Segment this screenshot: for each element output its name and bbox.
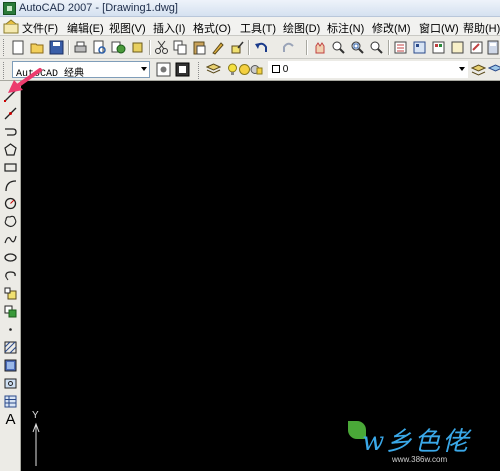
- insert-block-icon[interactable]: [2, 285, 19, 302]
- ellipse-icon[interactable]: [2, 249, 19, 266]
- quickcalc-icon[interactable]: [485, 39, 500, 56]
- toolbar-separator: [149, 40, 150, 55]
- region-icon[interactable]: [2, 375, 19, 392]
- watermark: w乡色佬 www.386w.com: [340, 415, 500, 471]
- toolbar-grip[interactable]: [3, 39, 6, 56]
- toolbar-separator: [388, 40, 389, 55]
- tool-palettes-icon[interactable]: [430, 39, 447, 56]
- title-bar: AutoCAD 2007 - [Drawing1.dwg]: [0, 0, 500, 17]
- menu-file[interactable]: 文件(F): [22, 20, 58, 36]
- ucs-icon: Y: [29, 410, 45, 466]
- make-block-icon[interactable]: [2, 303, 19, 320]
- layer-select[interactable]: 0: [268, 61, 468, 78]
- design-center-icon[interactable]: [411, 39, 428, 56]
- layer-previous-icon[interactable]: [487, 61, 500, 78]
- draw-toolbar: A: [0, 81, 21, 471]
- menu-tools[interactable]: 工具(T): [240, 20, 276, 36]
- watermark-url: www.386w.com: [392, 455, 448, 464]
- standard-toolbar: [0, 36, 500, 59]
- publish-icon[interactable]: [110, 39, 127, 56]
- block-editor-icon[interactable]: [229, 39, 246, 56]
- chevron-down-icon: [459, 67, 465, 71]
- ellipse-arc-icon[interactable]: [2, 267, 19, 284]
- toolbar-separator: [306, 40, 307, 55]
- point-icon[interactable]: [2, 321, 19, 338]
- print-icon[interactable]: [72, 39, 89, 56]
- hatch-icon[interactable]: [2, 339, 19, 356]
- undo-icon[interactable]: [253, 39, 270, 56]
- my-workspace-icon[interactable]: [174, 61, 191, 78]
- open-icon[interactable]: [29, 39, 46, 56]
- zoom-previous-icon[interactable]: [368, 39, 385, 56]
- paste-icon[interactable]: [191, 39, 208, 56]
- menu-window[interactable]: 窗口(W): [419, 20, 459, 36]
- redo-icon[interactable]: [280, 39, 297, 56]
- properties-icon[interactable]: [392, 39, 409, 56]
- save-icon[interactable]: [48, 39, 65, 56]
- polygon-icon[interactable]: [2, 141, 19, 158]
- arc-icon[interactable]: [2, 177, 19, 194]
- polyline-icon[interactable]: [2, 123, 19, 140]
- copy-icon[interactable]: [172, 39, 189, 56]
- menu-insert[interactable]: 插入(I): [153, 20, 185, 36]
- plot-preview-icon[interactable]: [91, 39, 108, 56]
- new-icon[interactable]: [10, 39, 27, 56]
- menu-modify[interactable]: 修改(M): [372, 20, 411, 36]
- ucs-y-label: Y: [32, 410, 39, 421]
- pan-icon[interactable]: [311, 39, 328, 56]
- ucs-axis-icon: [32, 422, 40, 466]
- layer-select-value: 0: [282, 64, 289, 75]
- menu-view[interactable]: 视图(V): [109, 20, 146, 36]
- gradient-icon[interactable]: [2, 357, 19, 374]
- window-title: AutoCAD 2007 - [Drawing1.dwg]: [19, 2, 178, 14]
- layer-unlock-icon[interactable]: [248, 61, 265, 78]
- drawing-canvas[interactable]: Y: [21, 81, 500, 471]
- layer-manager-icon[interactable]: [205, 61, 222, 78]
- menu-format[interactable]: 格式(O): [193, 20, 231, 36]
- zoom-realtime-icon[interactable]: [330, 39, 347, 56]
- menu-bar: 文件(F) 编辑(E) 视图(V) 插入(I) 格式(O) 工具(T) 绘图(D…: [0, 17, 500, 36]
- multiline-text-icon[interactable]: A: [2, 411, 19, 428]
- menu-draw[interactable]: 绘图(D): [283, 20, 320, 36]
- toolbar-grip[interactable]: [198, 62, 201, 79]
- chevron-down-icon: [141, 67, 147, 71]
- menu-edit[interactable]: 编辑(E): [67, 20, 104, 36]
- rectangle-icon[interactable]: [2, 159, 19, 176]
- revision-cloud-icon[interactable]: [2, 213, 19, 230]
- markup-icon[interactable]: [468, 39, 485, 56]
- spline-icon[interactable]: [2, 231, 19, 248]
- app-menu-icon[interactable]: [3, 19, 20, 34]
- menu-dimension[interactable]: 标注(N): [327, 20, 364, 36]
- toolbar-separator: [248, 40, 249, 55]
- toolbar-separator: [68, 40, 69, 55]
- circle-icon[interactable]: [2, 195, 19, 212]
- sheet-set-icon[interactable]: [449, 39, 466, 56]
- 3d-dwf-icon[interactable]: [129, 39, 146, 56]
- pointer-arrow-icon: [8, 68, 42, 93]
- table-icon[interactable]: [2, 393, 19, 410]
- construction-line-icon[interactable]: [2, 105, 19, 122]
- menu-help[interactable]: 帮助(H): [463, 20, 500, 36]
- watermark-brand: w乡色佬: [362, 427, 471, 457]
- workspace-settings-icon[interactable]: [155, 61, 172, 78]
- zoom-window-icon[interactable]: [349, 39, 366, 56]
- layer-color-swatch: [272, 65, 280, 73]
- autocad-app-icon: [3, 2, 16, 15]
- cut-icon[interactable]: [153, 39, 170, 56]
- match-properties-icon[interactable]: [210, 39, 227, 56]
- workspace-layer-toolbar: AutoCAD 经典 0: [0, 59, 500, 81]
- make-object-layer-current-icon[interactable]: [470, 61, 487, 78]
